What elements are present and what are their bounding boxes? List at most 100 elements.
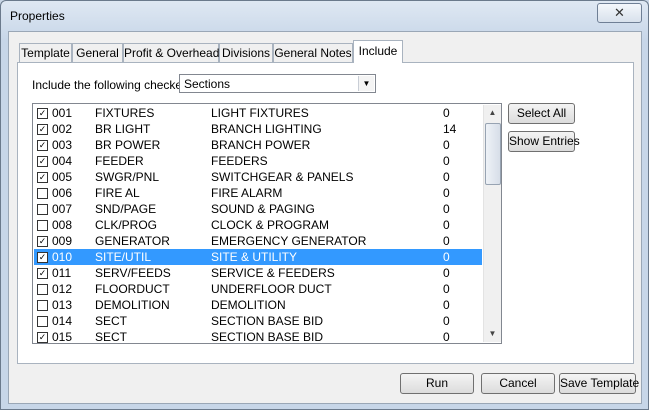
checkbox[interactable]: ✓: [37, 268, 48, 279]
scroll-up-icon[interactable]: ▲: [484, 105, 501, 121]
section-code: FIXTURES: [95, 106, 155, 120]
section-code: BR LIGHT: [95, 122, 151, 136]
tab-profit-overhead[interactable]: Profit & Overhead: [123, 43, 219, 62]
tab-general[interactable]: General: [72, 43, 123, 62]
scroll-thumb[interactable]: [485, 123, 501, 185]
section-code: CLK/PROG: [95, 218, 158, 232]
scroll-down-icon[interactable]: ▼: [484, 326, 501, 342]
checkbox[interactable]: [37, 204, 48, 215]
section-description: SECTION BASE BID: [211, 330, 324, 344]
list-item[interactable]: ✓ 004 FEEDER FEEDERS 0: [34, 153, 482, 169]
checkbox[interactable]: ✓: [37, 140, 48, 151]
cancel-button[interactable]: Cancel: [481, 373, 555, 394]
title-bar[interactable]: Properties ✕: [1, 1, 648, 31]
list-item[interactable]: 006 FIRE AL FIRE ALARM 0: [34, 185, 482, 201]
checkbox[interactable]: ✓: [37, 124, 48, 135]
include-select-value: Sections: [184, 77, 231, 91]
section-description: UNDERFLOOR DUCT: [211, 282, 332, 296]
section-description: FEEDERS: [211, 154, 268, 168]
list-item[interactable]: ✓ 011 SERV/FEEDS SERVICE & FEEDERS 0: [34, 265, 482, 281]
section-number: 005: [52, 170, 73, 184]
section-code: SITE/UTIL: [95, 250, 152, 264]
close-button[interactable]: ✕: [597, 3, 642, 23]
entry-count: 0: [443, 202, 450, 216]
entry-count: 0: [443, 298, 450, 312]
checkbox[interactable]: ✓: [37, 108, 48, 119]
include-tab-panel: Include the following checked Sections ▼…: [17, 62, 634, 364]
entry-count: 0: [443, 218, 450, 232]
section-code: SND/PAGE: [95, 202, 157, 216]
section-description: BRANCH LIGHTING: [211, 122, 322, 136]
section-number: 010: [52, 250, 73, 264]
list-item[interactable]: ✓ 010 SITE/UTIL SITE & UTILITY 0: [34, 249, 482, 265]
section-code: FEEDER: [95, 154, 144, 168]
section-number: 013: [52, 298, 73, 312]
run-button[interactable]: Run: [400, 373, 474, 394]
checkbox[interactable]: [37, 220, 48, 231]
section-description: SOUND & PAGING: [211, 202, 315, 216]
list-item[interactable]: ✓ 001 FIXTURES LIGHT FIXTURES 0: [34, 105, 482, 121]
section-code: FIRE AL: [95, 186, 140, 200]
tab-general-notes[interactable]: General Notes: [273, 43, 353, 62]
list-item[interactable]: ✓ 009 GENERATOR EMERGENCY GENERATOR 0: [34, 233, 482, 249]
list-item[interactable]: 007 SND/PAGE SOUND & PAGING 0: [34, 201, 482, 217]
vertical-scrollbar[interactable]: ▲ ▼: [483, 105, 501, 342]
section-number: 004: [52, 154, 73, 168]
section-code: GENERATOR: [95, 234, 170, 248]
list-item[interactable]: 008 CLK/PROG CLOCK & PROGRAM 0: [34, 217, 482, 233]
sections-listbox[interactable]: ✓ 001 FIXTURES LIGHT FIXTURES 0 ✓ 002 BR LIGHT B…: [32, 103, 502, 344]
checkbox[interactable]: ✓: [37, 172, 48, 183]
checkbox[interactable]: [37, 316, 48, 327]
section-number: 012: [52, 282, 73, 296]
list-item[interactable]: 013 DEMOLITION DEMOLITION 0: [34, 297, 482, 313]
section-code: FLOORDUCT: [95, 282, 170, 296]
section-description: BRANCH POWER: [211, 138, 311, 152]
checkbox[interactable]: [37, 284, 48, 295]
entry-count: 14: [443, 122, 457, 136]
entry-count: 0: [443, 138, 450, 152]
section-number: 014: [52, 314, 73, 328]
list-item[interactable]: 014 SECT SECTION BASE BID 0: [34, 313, 482, 329]
entry-count: 0: [443, 314, 450, 328]
section-code: SECT: [95, 330, 128, 344]
entry-count: 0: [443, 234, 450, 248]
list-item[interactable]: ✓ 015 SECT SECTION BASE BID 0: [34, 329, 482, 344]
list-item[interactable]: ✓ 002 BR LIGHT BRANCH LIGHTING 14: [34, 121, 482, 137]
section-code: DEMOLITION: [95, 298, 170, 312]
section-number: 009: [52, 234, 73, 248]
select-all-button[interactable]: Select All: [508, 103, 575, 124]
chevron-down-icon[interactable]: ▼: [358, 76, 374, 91]
checkbox[interactable]: ✓: [37, 156, 48, 167]
section-description: LIGHT FIXTURES: [211, 106, 309, 120]
checkbox[interactable]: ✓: [37, 236, 48, 247]
list-item[interactable]: ✓ 003 BR POWER BRANCH POWER 0: [34, 137, 482, 153]
section-code: SERV/FEEDS: [95, 266, 171, 280]
tab-template[interactable]: Template: [19, 43, 72, 62]
include-type-select[interactable]: Sections ▼: [179, 74, 376, 93]
tab-divisions[interactable]: Divisions: [219, 43, 273, 62]
section-number: 007: [52, 202, 73, 216]
show-entries-button[interactable]: Show Entries: [508, 131, 580, 152]
entry-count: 0: [443, 186, 450, 200]
section-description: EMERGENCY GENERATOR: [211, 234, 367, 248]
section-code: SWGR/PNL: [95, 170, 160, 184]
section-number: 008: [52, 218, 73, 232]
section-number: 015: [52, 330, 73, 344]
checkbox[interactable]: [37, 188, 48, 199]
list-item[interactable]: 012 FLOORDUCT UNDERFLOOR DUCT 0: [34, 281, 482, 297]
save-template-button[interactable]: Save Template: [559, 373, 639, 394]
section-number: 001: [52, 106, 73, 120]
checkbox[interactable]: [37, 300, 48, 311]
entry-count: 0: [443, 266, 450, 280]
section-number: 002: [52, 122, 73, 136]
section-number: 006: [52, 186, 73, 200]
section-description: CLOCK & PROGRAM: [211, 218, 330, 232]
checkbox[interactable]: ✓: [37, 332, 48, 343]
tab-include[interactable]: Include: [353, 40, 403, 63]
section-description: SECTION BASE BID: [211, 314, 324, 328]
checkbox[interactable]: ✓: [37, 252, 48, 263]
entry-count: 0: [443, 282, 450, 296]
section-description: SWITCHGEAR & PANELS: [211, 170, 354, 184]
close-icon: ✕: [614, 5, 625, 20]
list-item[interactable]: ✓ 005 SWGR/PNL SWITCHGEAR & PANELS 0: [34, 169, 482, 185]
